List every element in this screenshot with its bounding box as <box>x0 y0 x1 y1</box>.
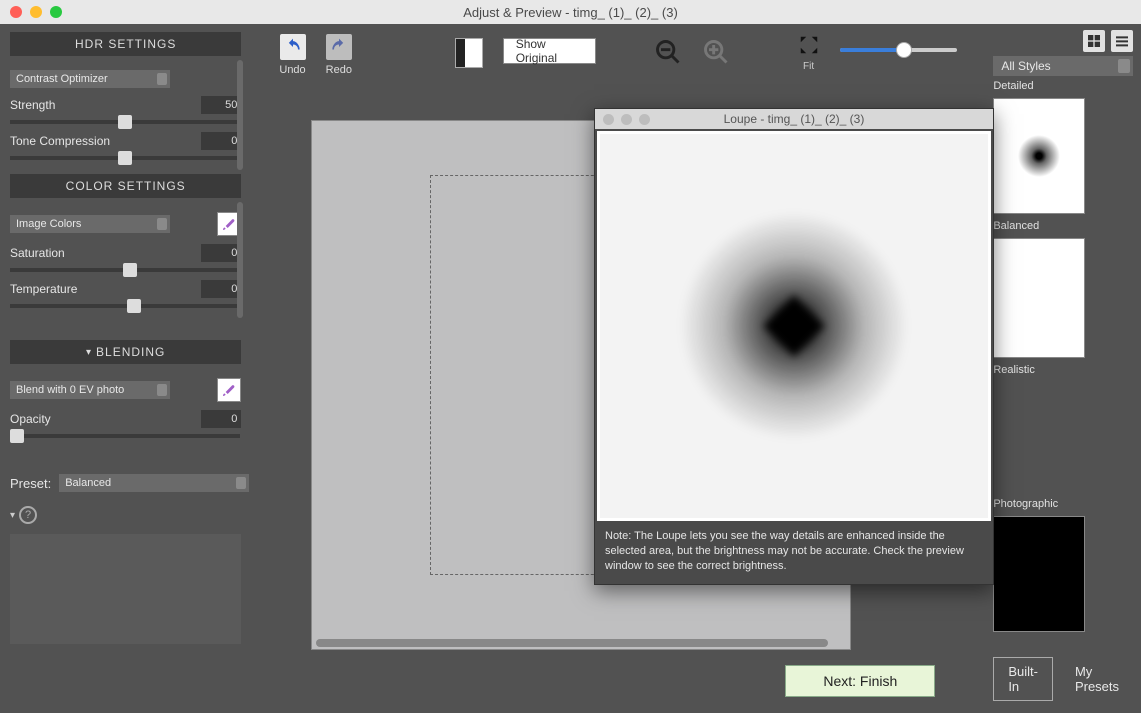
help-icon: ? <box>19 506 37 524</box>
loupe-preview <box>597 131 991 521</box>
redo-button[interactable]: Redo <box>326 34 352 76</box>
balanced-thumb[interactable] <box>993 98 1085 214</box>
loupe-title: Loupe - timg_ (1)_ (2)_ (3) <box>595 112 993 126</box>
temperature-slider[interactable] <box>10 304 240 308</box>
opacity-slider[interactable] <box>10 434 240 438</box>
saturation-slider[interactable] <box>10 268 240 272</box>
window-titlebar: Adjust & Preview - timg_ (1)_ (2)_ (3) <box>0 0 1141 24</box>
hdr-settings-header: HDR SETTINGS <box>10 32 241 56</box>
help-content <box>10 534 241 644</box>
chevron-down-icon: ▾ <box>10 510 15 521</box>
zoom-slider[interactable] <box>840 48 958 52</box>
preset-label: Preset: <box>10 476 51 491</box>
color-scroll[interactable] <box>237 202 243 318</box>
saturation-value[interactable]: 0 <box>201 244 241 262</box>
tone-value[interactable]: 0 <box>201 132 241 150</box>
saturation-label: Saturation <box>10 246 65 260</box>
blend-brush-button[interactable] <box>217 378 241 402</box>
realistic-thumb[interactable] <box>993 238 1085 358</box>
loupe-window[interactable]: Loupe - timg_ (1)_ (2)_ (3) Note: The Lo… <box>594 108 994 585</box>
left-panel: HDR SETTINGS Contrast Optimizer Strength… <box>0 24 251 713</box>
hdr-method-select[interactable]: Contrast Optimizer <box>10 70 170 88</box>
styles-select[interactable]: All Styles <box>993 56 1133 76</box>
strength-value[interactable]: 50 <box>201 96 241 114</box>
help-toggle[interactable]: ▾ ? <box>10 506 241 524</box>
strength-slider[interactable] <box>10 120 240 124</box>
opacity-value[interactable]: 0 <box>201 410 241 428</box>
zoom-in-icon[interactable] <box>702 38 730 66</box>
temperature-value[interactable]: 0 <box>201 280 241 298</box>
blend-with-select[interactable]: Blend with 0 EV photo <box>10 381 170 399</box>
next-finish-button[interactable]: Next: Finish <box>785 665 935 697</box>
window-title: Adjust & Preview - timg_ (1)_ (2)_ (3) <box>0 5 1141 20</box>
toolbar: Undo Redo Show Original Fit <box>251 24 985 110</box>
show-original-button[interactable]: Show Original <box>503 38 597 64</box>
undo-button[interactable]: Undo <box>279 34 305 76</box>
photographic-label: Photographic <box>993 498 1133 510</box>
zoom-out-icon[interactable] <box>654 38 682 66</box>
list-view-icon[interactable] <box>1111 30 1133 52</box>
compare-grid-icon[interactable] <box>1083 30 1105 52</box>
right-panel: All Styles Detailed Balanced Realistic P… <box>985 24 1141 713</box>
temperature-label: Temperature <box>10 282 77 296</box>
opacity-label: Opacity <box>10 412 51 426</box>
tone-slider[interactable] <box>10 156 240 160</box>
hdr-scroll[interactable] <box>237 60 243 170</box>
blending-header[interactable]: BLENDING <box>10 340 241 364</box>
detailed-label: Detailed <box>993 80 1133 92</box>
realistic-label: Realistic <box>993 364 1133 376</box>
fit-button[interactable]: Fit <box>798 34 820 72</box>
photographic-thumb[interactable] <box>993 516 1085 632</box>
canvas-scrollbar[interactable] <box>316 639 828 647</box>
builtin-tab[interactable]: Built-In <box>993 657 1053 701</box>
color-settings-header: COLOR SETTINGS <box>10 174 241 198</box>
my-presets-tab[interactable]: My Presets <box>1061 658 1133 700</box>
loupe-note: Note: The Loupe lets you see the way det… <box>595 523 993 584</box>
loupe-titlebar[interactable]: Loupe - timg_ (1)_ (2)_ (3) <box>595 109 993 129</box>
color-mode-select[interactable]: Image Colors <box>10 215 170 233</box>
split-view-icon[interactable] <box>455 38 482 68</box>
preset-select[interactable]: Balanced <box>59 474 249 492</box>
balanced-label: Balanced <box>993 220 1133 232</box>
tone-label: Tone Compression <box>10 134 110 148</box>
strength-label: Strength <box>10 98 55 112</box>
